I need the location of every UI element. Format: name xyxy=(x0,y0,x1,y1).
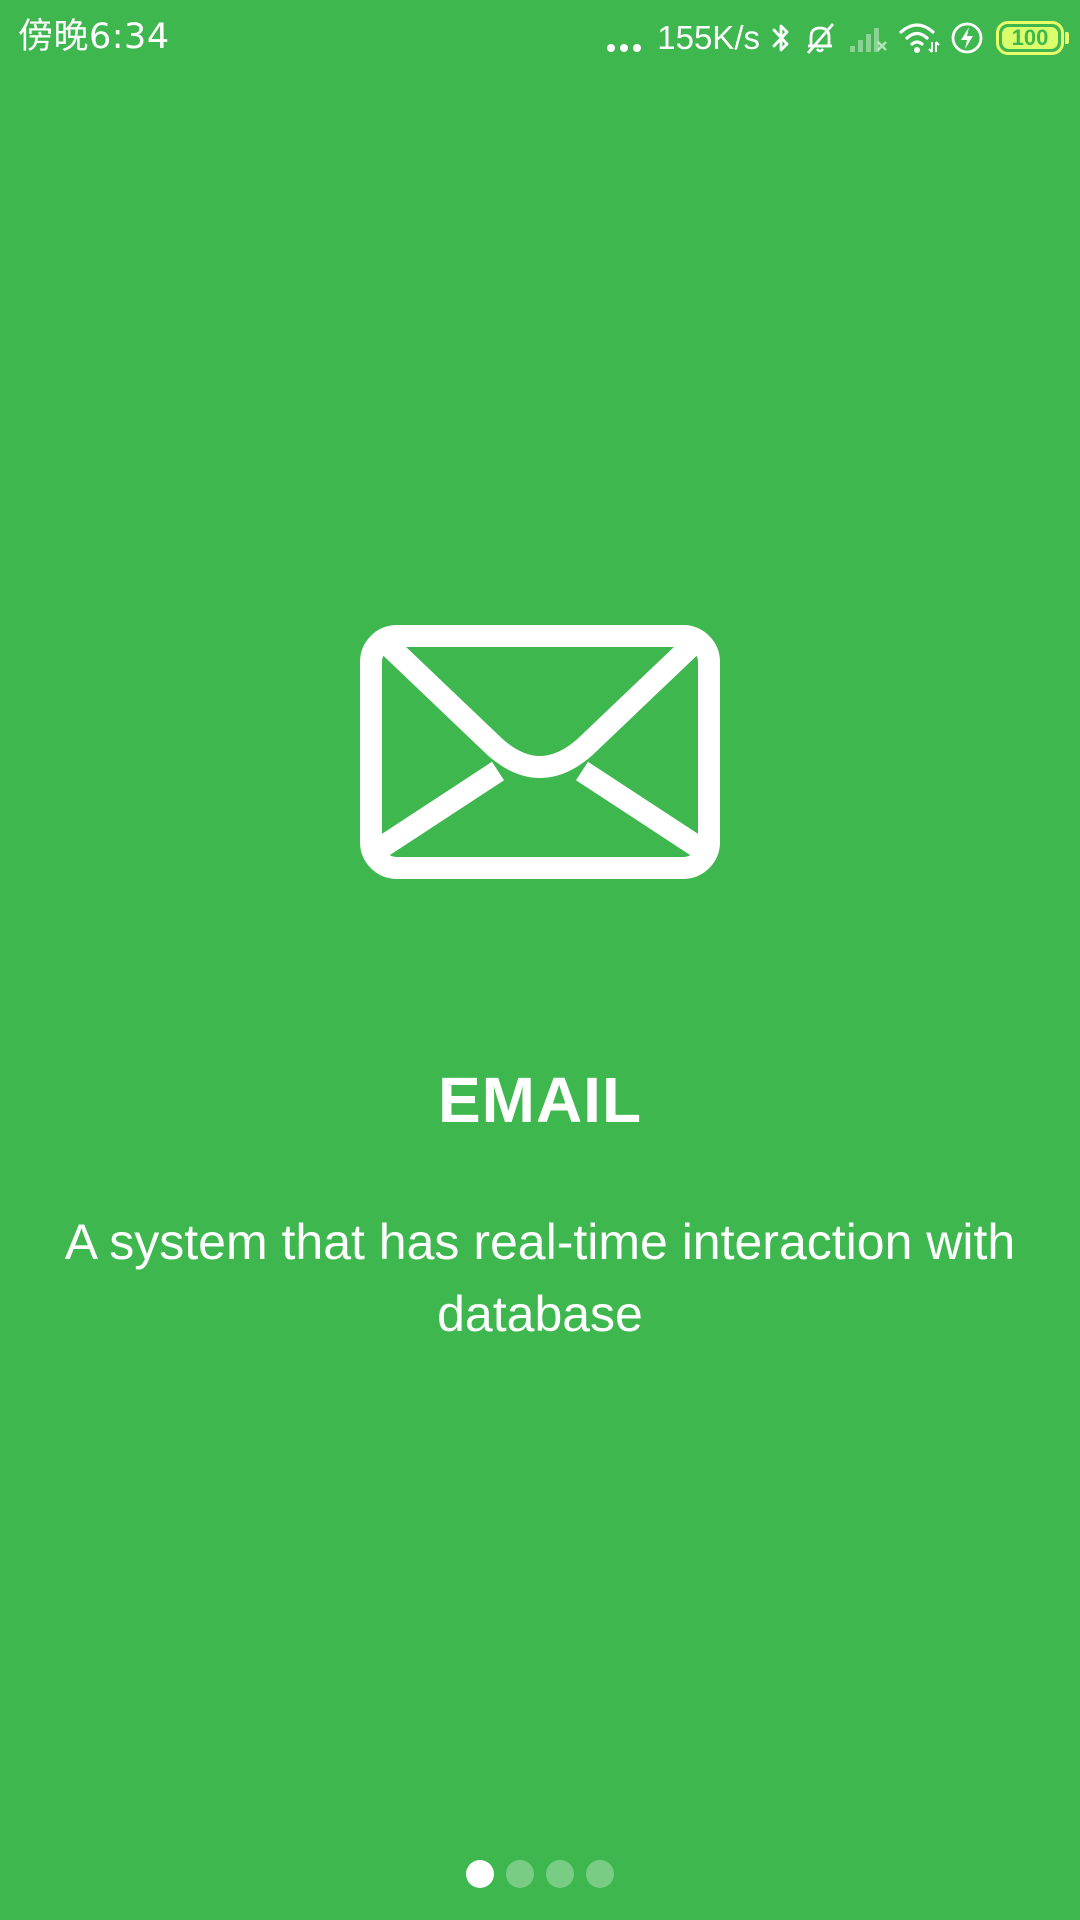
more-dots-icon xyxy=(607,44,642,52)
network-speed: 155K/s xyxy=(657,19,760,56)
page-dot-1[interactable] xyxy=(466,1860,494,1888)
page-dot-3[interactable] xyxy=(546,1860,574,1888)
status-icons: 155K/s 100 xyxy=(595,14,1069,62)
battery-icon: 100 xyxy=(996,21,1069,55)
page-title: EMAIL xyxy=(437,1064,643,1136)
status-bar: 傍晚6:34 155K/s 100 xyxy=(0,0,1080,76)
battery-level: 100 xyxy=(1011,25,1049,50)
charging-icon xyxy=(951,22,983,54)
battery-cap xyxy=(1065,32,1069,44)
page-description: A system that has real-time interaction … xyxy=(64,1214,1016,1342)
envelope-icon xyxy=(360,625,720,879)
bluetooth-icon xyxy=(772,24,789,52)
page-indicator xyxy=(0,1860,1080,1890)
page-dot-2[interactable] xyxy=(506,1860,534,1888)
onboarding-screen: 傍晚6:34 155K/s 100 EMAIL A system that ha… xyxy=(0,0,1080,1920)
silent-bell-icon xyxy=(806,23,835,54)
wifi-icon xyxy=(899,23,940,53)
signal-icon xyxy=(850,28,887,52)
status-time: 傍晚6:34 xyxy=(18,17,170,57)
page-dot-4[interactable] xyxy=(586,1860,614,1888)
